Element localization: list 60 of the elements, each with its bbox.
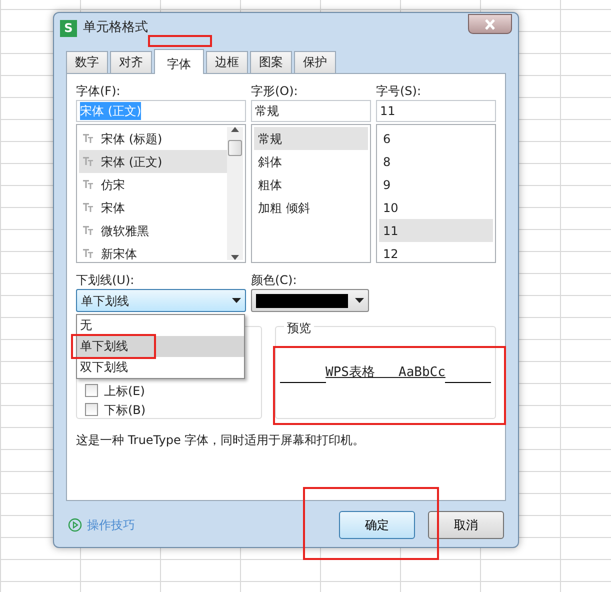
group-title: 预览 [284, 319, 314, 337]
tab[interactable]: 对齐 [110, 51, 152, 73]
checkbox-label: 下标(B) [104, 402, 146, 418]
list-item[interactable]: 粗体 [254, 173, 368, 196]
scrollbar[interactable] [227, 127, 243, 260]
list-item[interactable]: 10 [379, 196, 493, 219]
dialog-button[interactable]: 确定 [339, 511, 415, 539]
caret-icon [355, 298, 364, 303]
field-label: 字号(S): [376, 83, 422, 100]
caret-icon [232, 298, 241, 303]
field-label: 字形(O): [251, 83, 299, 100]
checkbox-label: 上标(E) [104, 382, 145, 400]
list-item[interactable]: 新宋体 [79, 242, 227, 265]
font-icon [83, 203, 93, 212]
list-item[interactable]: 8 [379, 150, 493, 173]
tab[interactable]: 字体 [154, 49, 204, 74]
dropdown-option[interactable]: 单下划线 [77, 336, 244, 357]
list-item[interactable]: 9 [379, 173, 493, 196]
field-label: 字体(F): [76, 83, 122, 100]
font-icon [83, 134, 93, 143]
font-icon [83, 180, 93, 189]
tab[interactable]: 保护 [294, 51, 336, 73]
list-item[interactable]: 宋体 [79, 196, 227, 219]
list-item[interactable]: 宋体 (标题) [79, 127, 227, 150]
text-field[interactable]: 11 [376, 100, 496, 122]
window-title: 单元格格式 [83, 19, 148, 38]
list-item[interactable]: 宋体 (正文) [79, 150, 227, 173]
tab[interactable]: 边框 [206, 51, 248, 73]
scroll-thumb[interactable] [228, 140, 242, 156]
tab[interactable]: 数字 [66, 51, 108, 73]
list-item[interactable]: 微软雅黑 [79, 219, 227, 242]
list-item[interactable]: 12 [379, 242, 493, 265]
font-icon [83, 249, 93, 258]
checkbox[interactable] [85, 384, 98, 397]
scroll-up-icon[interactable] [231, 127, 239, 132]
field-label: 下划线(U): [76, 272, 136, 289]
list-item[interactable]: 6 [379, 127, 493, 150]
dropdown-option[interactable]: 无 [77, 315, 244, 336]
tab[interactable]: 图案 [250, 51, 292, 73]
list-item[interactable]: 加粗 倾斜 [254, 196, 368, 219]
font-icon [83, 226, 93, 235]
list-item[interactable]: 斜体 [254, 150, 368, 173]
app-icon: S [60, 20, 77, 36]
close-icon [484, 18, 496, 30]
play-icon[interactable] [68, 518, 82, 532]
dropdown-option[interactable]: 双下划线 [77, 357, 244, 378]
list-item[interactable]: 11 [379, 219, 493, 242]
font-icon [83, 157, 93, 166]
dropdown[interactable]: 单下划线 [76, 289, 246, 312]
list-item[interactable]: 常规 [254, 127, 368, 150]
list-item[interactable]: 仿宋 [79, 173, 227, 196]
dialog-button[interactable]: 取消 [428, 511, 504, 539]
field-label: 颜色(C): [251, 272, 298, 289]
description-text: 这是一种 TrueType 字体，同时适用于屏幕和打印机。 [76, 432, 366, 449]
close-button[interactable] [468, 14, 512, 34]
checkbox[interactable] [85, 403, 98, 416]
color-dropdown[interactable] [251, 289, 369, 312]
preview-text: WPS表格 AaBbCc [326, 364, 446, 382]
scroll-down-icon[interactable] [231, 255, 239, 260]
text-field[interactable]: 常规 [251, 100, 371, 122]
